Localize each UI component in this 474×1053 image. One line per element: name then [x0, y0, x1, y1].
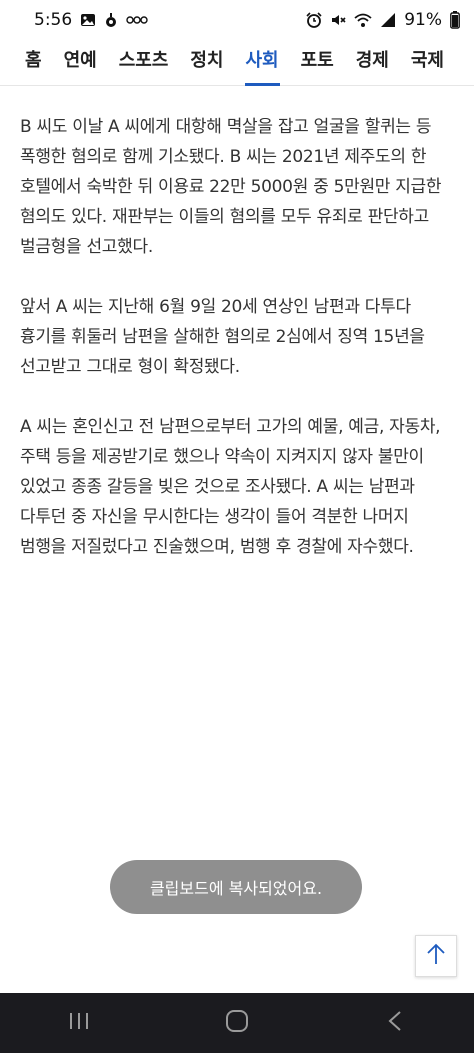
- category-tabs: 홈 연예 스포츠 정치 사회 포토 경제 국제: [0, 40, 474, 86]
- recent-apps-button[interactable]: [49, 993, 109, 1053]
- status-time: 5:56: [34, 10, 73, 30]
- back-button[interactable]: [365, 993, 425, 1053]
- tab-society[interactable]: 사회: [235, 40, 290, 86]
- alarm-icon: [306, 12, 322, 28]
- app-icon: [126, 14, 148, 26]
- article-body: B 씨도 이날 A 씨에게 대항해 멱살을 잡고 얼굴을 할퀴는 등 폭행한 혐…: [20, 112, 456, 592]
- back-icon: [387, 1010, 403, 1036]
- arrow-up-icon: [425, 942, 447, 970]
- recent-apps-icon: [68, 1011, 90, 1035]
- article-paragraph: B 씨도 이날 A 씨에게 대항해 멱살을 잡고 얼굴을 할퀴는 등 폭행한 혐…: [20, 117, 442, 257]
- article-paragraph: A 씨는 혼인신고 전 남편으로부터 고가의 예물, 예금, 자동차, 주택 등…: [20, 417, 441, 557]
- tab-photo[interactable]: 포토: [290, 40, 345, 86]
- status-right: 91%: [306, 10, 460, 30]
- home-icon: [225, 1009, 249, 1037]
- home-button[interactable]: [207, 993, 267, 1053]
- toast-message: 클립보드에 복사되었어요.: [149, 879, 323, 898]
- wifi-icon: [354, 12, 372, 28]
- battery-icon: [450, 11, 460, 29]
- tab-international[interactable]: 국제: [400, 40, 455, 86]
- tab-economy[interactable]: 경제: [345, 40, 400, 86]
- mute-icon: [330, 12, 346, 28]
- tab-politics[interactable]: 정치: [179, 40, 234, 86]
- status-bar: 5:56 91%: [0, 0, 474, 40]
- signal-icon: [380, 12, 396, 28]
- location-icon: [104, 12, 118, 28]
- battery-level: 91%: [404, 10, 442, 30]
- system-nav-bar: [0, 993, 474, 1053]
- image-icon: [80, 12, 96, 28]
- status-left: 5:56: [34, 10, 148, 30]
- copy-toast: 클립보드에 복사되었어요.: [110, 860, 362, 914]
- article-paragraph: 앞서 A 씨는 지난해 6월 9일 20세 연상인 남편과 다투다 흉기를 휘둘…: [20, 297, 425, 377]
- scroll-top-button[interactable]: [415, 935, 457, 977]
- tab-home[interactable]: 홈: [14, 40, 53, 86]
- tab-sports[interactable]: 스포츠: [108, 40, 180, 86]
- tab-entertainment[interactable]: 연예: [53, 40, 108, 86]
